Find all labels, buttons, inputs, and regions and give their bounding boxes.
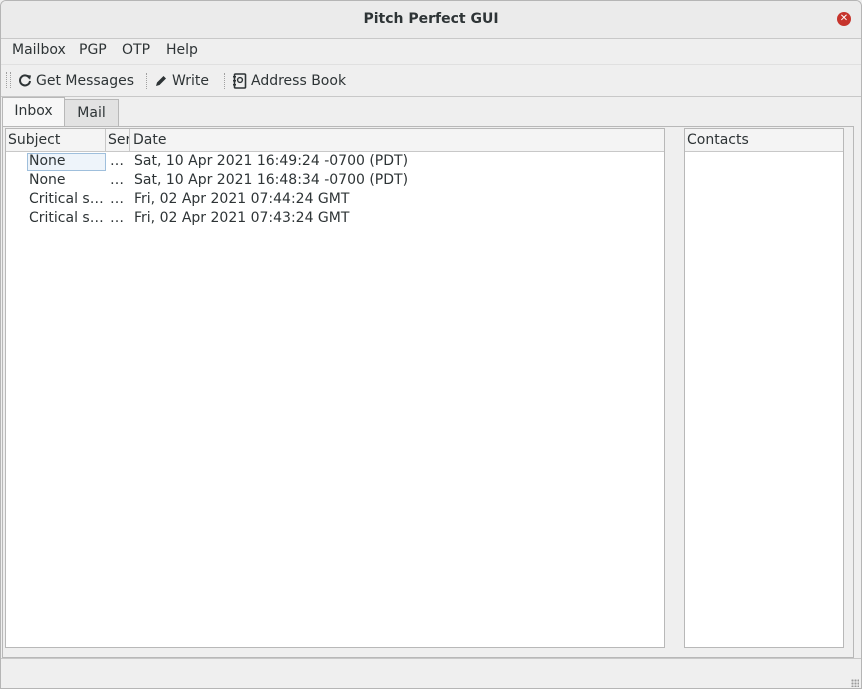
table-row[interactable]: Critical s… … Fri, 02 Apr 2021 07:43:24 … <box>6 209 664 228</box>
address-book-label: Address Book <box>251 73 347 89</box>
row-date: Sat, 10 Apr 2021 16:49:24 -0700 (PDT) <box>134 153 409 169</box>
inbox-tab-panel: Subject Ser Date None … Sat, 10 Apr 2021… <box>2 126 854 658</box>
toolbar: Get Messages Write Address Book <box>1 64 861 97</box>
menu-mailbox[interactable]: Mailbox <box>12 42 66 58</box>
column-header-date[interactable]: Date <box>131 129 663 151</box>
message-list[interactable]: Subject Ser Date None … Sat, 10 Apr 2021… <box>5 128 665 648</box>
row-subject: Critical s… <box>29 191 104 207</box>
menu-bar: Mailbox PGP OTP Help <box>1 39 861 63</box>
toolbar-separator <box>146 73 147 89</box>
pencil-icon <box>156 76 166 86</box>
column-header-subject[interactable]: Subject <box>6 129 106 151</box>
row-sender: … <box>110 191 124 207</box>
refresh-icon <box>19 74 31 87</box>
table-row[interactable]: None … Sat, 10 Apr 2021 16:48:34 -0700 (… <box>6 171 664 190</box>
get-messages-label: Get Messages <box>36 73 135 89</box>
close-icon[interactable]: ✕ <box>837 12 851 26</box>
row-sender: … <box>110 172 124 188</box>
row-subject: None <box>29 153 66 169</box>
message-list-header: Subject Ser Date <box>6 129 664 152</box>
write-button[interactable]: Write <box>154 72 209 90</box>
menu-help[interactable]: Help <box>166 42 198 58</box>
menu-otp[interactable]: OTP <box>122 42 150 58</box>
row-date: Sat, 10 Apr 2021 16:48:34 -0700 (PDT) <box>134 172 409 188</box>
row-date: Fri, 02 Apr 2021 07:44:24 GMT <box>134 191 350 207</box>
toolbar-grip-handle[interactable] <box>6 72 11 88</box>
address-book-icon <box>233 73 247 89</box>
tab-mail[interactable]: Mail <box>64 99 119 127</box>
row-subject: None <box>29 172 66 188</box>
resize-grip-handle[interactable] <box>851 679 859 687</box>
column-header-sender[interactable]: Ser <box>106 129 130 151</box>
window-title: Pitch Perfect GUI <box>363 11 499 27</box>
row-subject: Critical s… <box>29 210 104 226</box>
toolbar-separator <box>224 73 225 89</box>
row-sender: … <box>110 210 124 226</box>
contacts-header: Contacts <box>685 129 843 152</box>
table-row[interactable]: Critical s… … Fri, 02 Apr 2021 07:44:24 … <box>6 190 664 209</box>
status-bar <box>1 658 861 688</box>
row-date: Fri, 02 Apr 2021 07:43:24 GMT <box>134 210 350 226</box>
title-bar: Pitch Perfect GUI ✕ <box>1 1 861 39</box>
table-row[interactable]: None … Sat, 10 Apr 2021 16:49:24 -0700 (… <box>6 152 664 171</box>
write-label: Write <box>172 73 209 89</box>
app-window: Pitch Perfect GUI ✕ Mailbox PGP OTP Help… <box>0 0 862 689</box>
tab-inbox[interactable]: Inbox <box>2 97 65 127</box>
column-header-contacts[interactable]: Contacts <box>685 129 841 151</box>
get-messages-button[interactable]: Get Messages <box>18 72 134 90</box>
menu-pgp[interactable]: PGP <box>79 42 107 58</box>
address-book-button[interactable]: Address Book <box>233 72 346 90</box>
contacts-list[interactable]: Contacts <box>684 128 844 648</box>
row-sender: … <box>110 153 124 169</box>
